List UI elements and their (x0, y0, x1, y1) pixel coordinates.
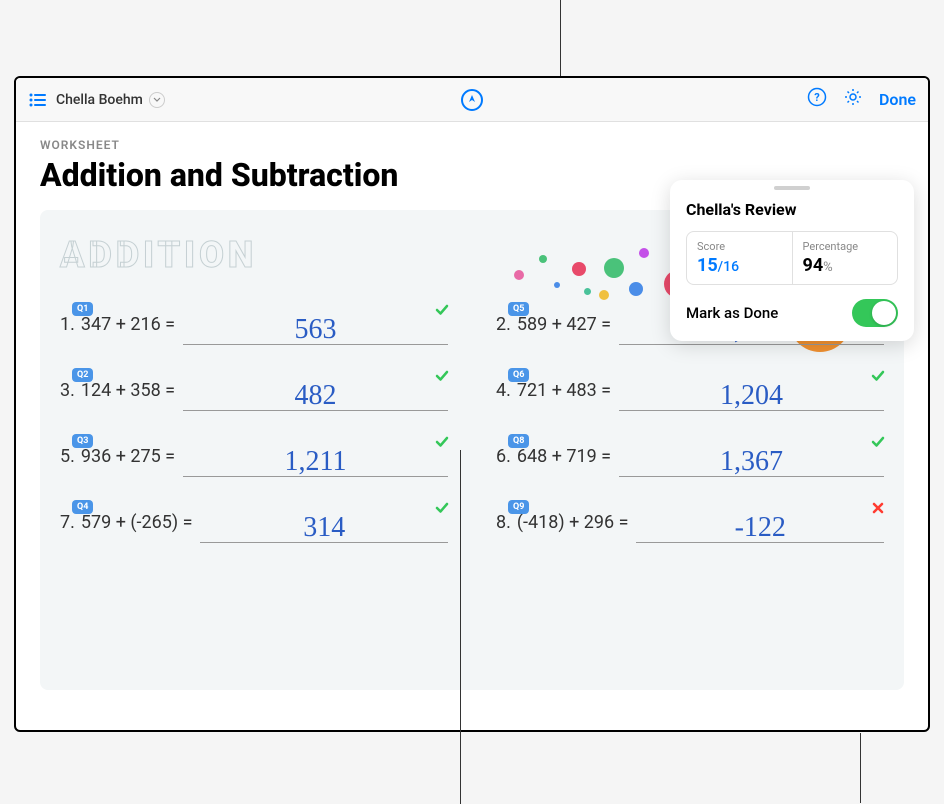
handwritten-answer: 482 (295, 380, 337, 412)
toolbar: Chella Boehm ? Done (16, 78, 928, 122)
question-row[interactable]: Q23. 124 + 358 = 482 (60, 366, 448, 414)
answer-field[interactable]: -122 (636, 501, 884, 543)
score-total: /16 (718, 259, 739, 275)
question-row[interactable]: Q64. 721 + 483 = 1,204 (496, 366, 884, 414)
answer-field[interactable]: 314 (200, 501, 448, 543)
checkmark-icon[interactable] (434, 500, 450, 520)
bubble (554, 282, 560, 288)
bubble (572, 262, 586, 276)
question-number: 8. (496, 512, 511, 533)
percentage-sign: % (823, 260, 833, 275)
help-icon[interactable]: ? (807, 87, 827, 112)
score-value: 15 (697, 255, 718, 276)
question-row[interactable]: Q47. 579 + (-265) = 314 (60, 498, 448, 546)
equation-text: 721 + 483 = (517, 380, 611, 401)
bubble (584, 288, 591, 295)
question-badge: Q4 (72, 500, 93, 514)
equation-text: (-418) + 296 = (517, 512, 629, 533)
bubble (539, 255, 547, 263)
gear-icon[interactable] (843, 87, 863, 112)
question-badge: Q8 (508, 434, 529, 448)
question-badge: Q9 (508, 500, 529, 514)
review-stats: Score 15/16 Percentage 94% (686, 231, 898, 285)
checkmark-icon[interactable] (434, 368, 450, 388)
answer-field[interactable]: 482 (183, 369, 448, 411)
equation-text: 936 + 275 = (81, 446, 175, 467)
question-number: 4. (496, 380, 511, 401)
percentage-label: Percentage (803, 240, 888, 253)
question-badge: Q5 (508, 302, 529, 316)
content-area: WORKSHEET Addition and Subtraction N ADD… (16, 122, 928, 730)
handwritten-answer: 1,211 (285, 446, 347, 478)
question-badge: Q1 (72, 302, 93, 316)
svg-text:?: ? (814, 91, 820, 104)
question-row[interactable]: Q11. 347 + 216 = 563 (60, 300, 448, 348)
equation-text: 648 + 719 = (517, 446, 611, 467)
callout-line (460, 450, 461, 804)
answer-field[interactable]: 563 (183, 303, 448, 345)
handwritten-answer: 1,367 (720, 446, 783, 478)
score-box[interactable]: Score 15/16 (687, 232, 793, 284)
toolbar-right: ? Done (807, 87, 916, 112)
handwritten-answer: 314 (303, 512, 345, 544)
handwritten-answer: -122 (735, 512, 786, 544)
checkmark-icon[interactable] (434, 302, 450, 322)
question-number: 6. (496, 446, 511, 467)
percentage-value: 94 (803, 255, 824, 276)
toolbar-left: Chella Boehm (28, 90, 165, 110)
answer-field[interactable]: 1,204 (619, 369, 884, 411)
mark-done-label: Mark as Done (686, 304, 778, 322)
review-panel[interactable]: Chella's Review Score 15/16 Percentage 9… (670, 180, 914, 341)
bubble (639, 248, 649, 258)
chevron-down-icon (149, 92, 165, 108)
equation-text: 347 + 216 = (81, 314, 175, 335)
callout-line (860, 733, 861, 803)
drag-handle-icon[interactable] (774, 186, 810, 190)
done-button[interactable]: Done (879, 90, 916, 109)
toggle-knob (872, 301, 896, 325)
equation-text: 579 + (-265) = (81, 512, 193, 533)
question-badge: Q3 (72, 434, 93, 448)
question-number: 7. (60, 512, 75, 533)
question-number: 1. (60, 314, 75, 335)
callout-line (560, 0, 561, 76)
list-icon[interactable] (28, 90, 48, 110)
score-value-row: 15/16 (697, 255, 782, 276)
markup-icon[interactable] (461, 89, 483, 111)
student-selector[interactable]: Chella Boehm (56, 92, 165, 108)
question-row[interactable]: Q86. 648 + 719 = 1,367 (496, 432, 884, 480)
score-label: Score (697, 240, 782, 253)
percentage-value-row: 94% (803, 255, 888, 276)
question-number: 3. (60, 380, 75, 401)
app-window: Chella Boehm ? Done WORKSHEET Addition (14, 76, 930, 732)
question-badge: Q6 (508, 368, 529, 382)
bubble (514, 270, 524, 280)
mark-done-toggle[interactable] (852, 299, 898, 327)
equation-text: 589 + 427 = (517, 314, 611, 335)
cross-icon[interactable] (870, 500, 886, 520)
bubble (604, 258, 624, 278)
mark-done-row: Mark as Done (686, 299, 898, 327)
worksheet-label: WORKSHEET (40, 138, 904, 152)
question-row[interactable]: Q35. 936 + 275 = 1,211 (60, 432, 448, 480)
question-badge: Q2 (72, 368, 93, 382)
review-title: Chella's Review (686, 200, 898, 219)
question-number: 2. (496, 314, 511, 335)
checkmark-icon[interactable] (870, 368, 886, 388)
answer-field[interactable]: 1,211 (183, 435, 448, 477)
checkmark-icon[interactable] (870, 434, 886, 454)
bubble (629, 282, 643, 296)
answer-field[interactable]: 1,367 (619, 435, 884, 477)
handwritten-answer: 563 (295, 314, 337, 346)
bubble (599, 290, 609, 300)
toolbar-center (461, 89, 483, 111)
question-row[interactable]: Q98. (-418) + 296 = -122 (496, 498, 884, 546)
question-number: 5. (60, 446, 75, 467)
percentage-box[interactable]: Percentage 94% (793, 232, 898, 284)
checkmark-icon[interactable] (434, 434, 450, 454)
student-name-label: Chella Boehm (56, 92, 143, 108)
equation-text: 124 + 358 = (81, 380, 175, 401)
handwritten-answer: 1,204 (720, 380, 783, 412)
